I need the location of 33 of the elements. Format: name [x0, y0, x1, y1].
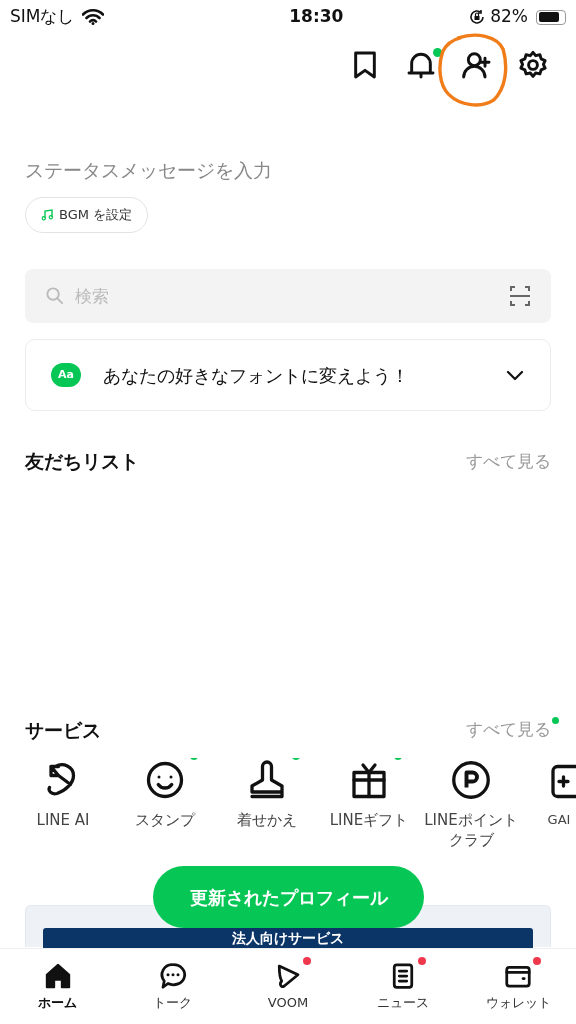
- clock-time: 18:30: [289, 5, 344, 29]
- search-field[interactable]: 検索: [25, 269, 551, 323]
- tab[interactable]: ニュース: [353, 961, 454, 1024]
- font-promo-text: あなたの好きなフォントに変えよう！: [103, 363, 410, 388]
- add-person-icon: [461, 49, 493, 81]
- service-item[interactable]: 着せかえ: [216, 758, 318, 850]
- battery-icon: [536, 9, 566, 25]
- section-title: 友だちリスト: [25, 449, 139, 474]
- settings-icon: [517, 49, 549, 81]
- font-badge-icon: Aa: [51, 363, 81, 387]
- battery-percent: 82%: [490, 5, 528, 29]
- carrier-text: SIMなし: [10, 5, 75, 29]
- service-item[interactable]: GAI: [522, 758, 576, 850]
- promo-banner-text: 法人向けサービス: [43, 928, 533, 948]
- service-item[interactable]: LINE AI: [12, 758, 114, 850]
- scan-icon[interactable]: [509, 285, 531, 307]
- tab[interactable]: ウォレット: [468, 961, 569, 1024]
- section-title: サービス: [25, 717, 101, 743]
- music-note-icon: [41, 209, 53, 221]
- tab[interactable]: ホーム: [7, 961, 108, 1024]
- speech-bubble-icon: [157, 961, 188, 991]
- service-item[interactable]: スタンプ: [114, 758, 216, 850]
- orientation-lock-icon: [468, 8, 487, 26]
- tab[interactable]: トーク: [122, 961, 223, 1024]
- font-promo-card[interactable]: Aa あなたの好きなフォントに変えよう！: [25, 339, 551, 411]
- points-coin-icon: [450, 759, 492, 801]
- wifi-icon: [82, 9, 105, 25]
- service-item[interactable]: LINEギフト: [318, 758, 420, 850]
- status-message-field[interactable]: ステータスメッセージを入力: [25, 156, 551, 184]
- smiley-icon: [144, 759, 186, 801]
- service-item[interactable]: LINEポイントクラブ: [420, 758, 522, 850]
- search-icon: [45, 286, 64, 305]
- tab[interactable]: VOOM: [237, 961, 338, 1024]
